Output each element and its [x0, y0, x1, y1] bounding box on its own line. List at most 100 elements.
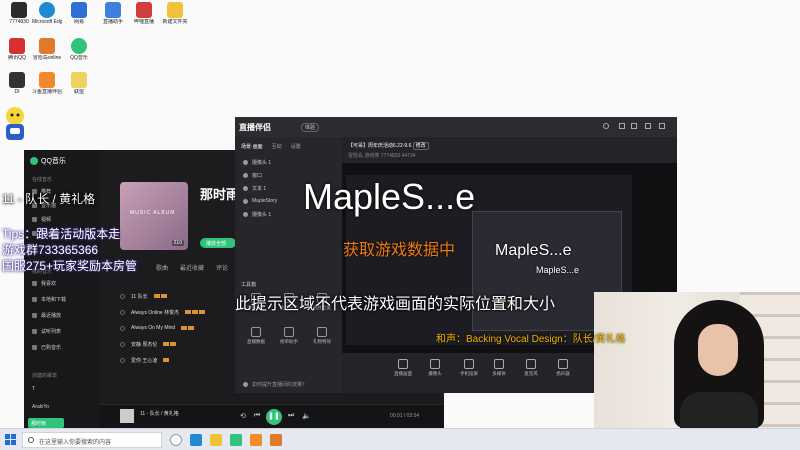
eye-icon[interactable] — [243, 160, 248, 165]
desktop-icon-label: 冒险岛online — [32, 55, 62, 61]
desktop-icon-qq[interactable]: 腾讯QQ — [2, 38, 32, 61]
webcam-person-body — [680, 392, 758, 428]
volume-icon[interactable]: 🔈 — [302, 412, 311, 420]
play-all-button[interactable]: 播放全部 — [200, 238, 236, 248]
playlist-item[interactable]: ArakiYo — [32, 404, 49, 410]
phone-cast-button[interactable]: 手机投屏 — [454, 359, 484, 377]
playlist-item[interactable]: T — [32, 386, 35, 392]
pause-button[interactable]: ❚❚ — [266, 409, 282, 425]
playlist-label: ArakiYo — [32, 404, 50, 410]
tab-comments[interactable]: 评论 — [216, 263, 228, 272]
desktop-icon-maplestory[interactable]: 冒险岛online — [32, 38, 62, 61]
bag-icon — [32, 345, 37, 350]
windows-start-icon[interactable] — [5, 434, 17, 446]
tip-link[interactable]: 如何提升直播间的流量？ — [243, 381, 307, 388]
desktop-icon-7774830[interactable]: 7774830 — [4, 2, 34, 25]
desktop-icon-qqmusic[interactable]: QQ音乐 — [64, 38, 94, 61]
eye-icon[interactable] — [243, 198, 248, 204]
overlay-loading-text: 获取游戏数据中 — [343, 242, 456, 259]
tool-rank[interactable]: 榜单助手 — [274, 327, 304, 345]
heart-icon[interactable] — [120, 341, 125, 347]
desktop-icon-league[interactable]: 联盟 — [64, 72, 94, 95]
desktop-icon-bilibili[interactable]: 哔哩直播 — [129, 2, 159, 25]
heart-icon[interactable] — [120, 309, 125, 315]
playlist-item-selected[interactable]: 那时雨 — [28, 418, 64, 428]
tool-gift[interactable]: 礼物特效 — [307, 327, 337, 345]
button-label: 手机投屏 — [460, 371, 478, 376]
scene-label: 窗口 — [252, 173, 263, 179]
quality-tags — [163, 342, 177, 346]
avatar[interactable] — [603, 123, 609, 129]
scene-item[interactable]: 摄像头 1 — [243, 159, 271, 166]
tab-songs[interactable]: 歌曲 — [156, 263, 168, 272]
desktop-icon-new-folder[interactable]: 新建文件夹 — [160, 2, 190, 25]
tab-scene[interactable]: 场景·画面 — [241, 143, 263, 150]
heart-icon[interactable] — [120, 293, 125, 299]
overlay-now-playing: 11 - 队长 / 黄礼格 — [2, 192, 96, 206]
sidebar-item-recent[interactable]: 最近播放 — [32, 312, 61, 319]
section-created-playlists: 创建的歌单 — [32, 373, 58, 379]
toolbox-title: 工具箱 — [241, 282, 257, 288]
now-playing-cover[interactable] — [120, 409, 134, 423]
taskbar-search[interactable]: 在这里输入你要搜索的内容 — [22, 432, 162, 448]
version-badge[interactable]: 体验 — [301, 123, 320, 132]
desktop-icon-netease[interactable]: 网易 — [64, 2, 94, 25]
microphone-icon — [526, 359, 536, 369]
settings-icon[interactable] — [619, 123, 625, 129]
loop-icon[interactable]: ⟲ — [240, 412, 246, 420]
mascot-icon — [6, 107, 24, 140]
scene-button[interactable]: 直播画面 — [388, 359, 418, 377]
speaker-button[interactable]: 扬声器 — [548, 359, 578, 377]
microphone-button[interactable]: 麦克风 — [516, 359, 546, 377]
douyu-taskbar-icon[interactable] — [250, 434, 262, 446]
eye-icon[interactable] — [243, 186, 248, 191]
maplestory-taskbar-icon[interactable] — [270, 434, 282, 446]
music-logo[interactable]: QQ音乐 — [30, 156, 66, 166]
scene-item[interactable]: 摄像头 1 — [243, 211, 271, 218]
overlay-notice: 此提示区域不代表游戏画面的实际位置和大小 — [235, 296, 556, 313]
album-song-count: 210 — [171, 240, 184, 246]
desktop-icon-edge[interactable]: Microsoft Edge — [32, 2, 62, 25]
tool-label: 直播数据 — [247, 339, 265, 344]
media-button[interactable]: 多媒体 — [484, 359, 514, 377]
button-label: 麦克风 — [524, 371, 538, 376]
edit-title-button[interactable]: 修改 — [412, 142, 429, 150]
overlay-credit: 和声：Backing Vocal Design：队长/黄礼格 — [436, 334, 626, 345]
clock-icon — [32, 313, 37, 318]
heart-icon[interactable] — [120, 325, 125, 331]
sidebar-item-trial[interactable]: 试听列表 — [32, 328, 61, 335]
eye-icon[interactable] — [243, 212, 248, 217]
desktop-icon-douyu[interactable]: 斗鱼直播伴侣 — [32, 72, 62, 95]
eye-icon[interactable] — [243, 173, 248, 178]
edge-taskbar-icon[interactable] — [190, 434, 202, 446]
playlist-title: 那时雨 — [200, 187, 240, 202]
tab-interact[interactable]: 互动 — [272, 143, 282, 150]
tab-recent-collect[interactable]: 最近收藏 — [180, 263, 204, 272]
minimize-icon[interactable] — [631, 123, 637, 129]
qqmusic-taskbar-icon[interactable] — [230, 434, 242, 446]
sidebar-item-video[interactable]: 视频 — [32, 216, 51, 223]
overlay-watermark-medium: MapleS...e — [495, 242, 572, 259]
tab-settings[interactable]: 设置 — [291, 143, 301, 150]
desktop-icon-label: 腾讯QQ — [8, 55, 26, 61]
explorer-taskbar-icon[interactable] — [210, 434, 222, 446]
task-view-icon[interactable] — [170, 434, 182, 446]
camera-button[interactable]: 摄像头 — [420, 359, 450, 377]
scene-item[interactable]: 文本 1 — [243, 185, 266, 192]
sidebar-item-purchased[interactable]: 已购音乐 — [32, 344, 61, 351]
sidebar-item-liked[interactable]: 我喜欢 — [32, 280, 56, 287]
stream-titlebar: 直播伴侣 体验 — [235, 117, 677, 137]
scene-label: 文本 1 — [252, 186, 267, 192]
maximize-icon[interactable] — [645, 123, 651, 129]
heart-icon[interactable] — [120, 357, 125, 363]
desktop-icon-live-assistant[interactable]: 直播助手 — [98, 2, 128, 25]
button-label: 扬声器 — [556, 371, 570, 376]
scene-item[interactable]: 窗口 — [243, 172, 262, 179]
sidebar-item-local[interactable]: 本地和下载 — [32, 296, 66, 303]
scene-item[interactable]: MapleStory — [243, 198, 277, 204]
tool-data[interactable]: 直播数据 — [241, 327, 271, 345]
close-icon[interactable] — [659, 123, 665, 129]
desktop-icon-di[interactable]: DI — [2, 72, 32, 95]
previous-icon[interactable]: ⏮ — [254, 412, 260, 420]
next-icon[interactable]: ⏭ — [288, 412, 294, 420]
